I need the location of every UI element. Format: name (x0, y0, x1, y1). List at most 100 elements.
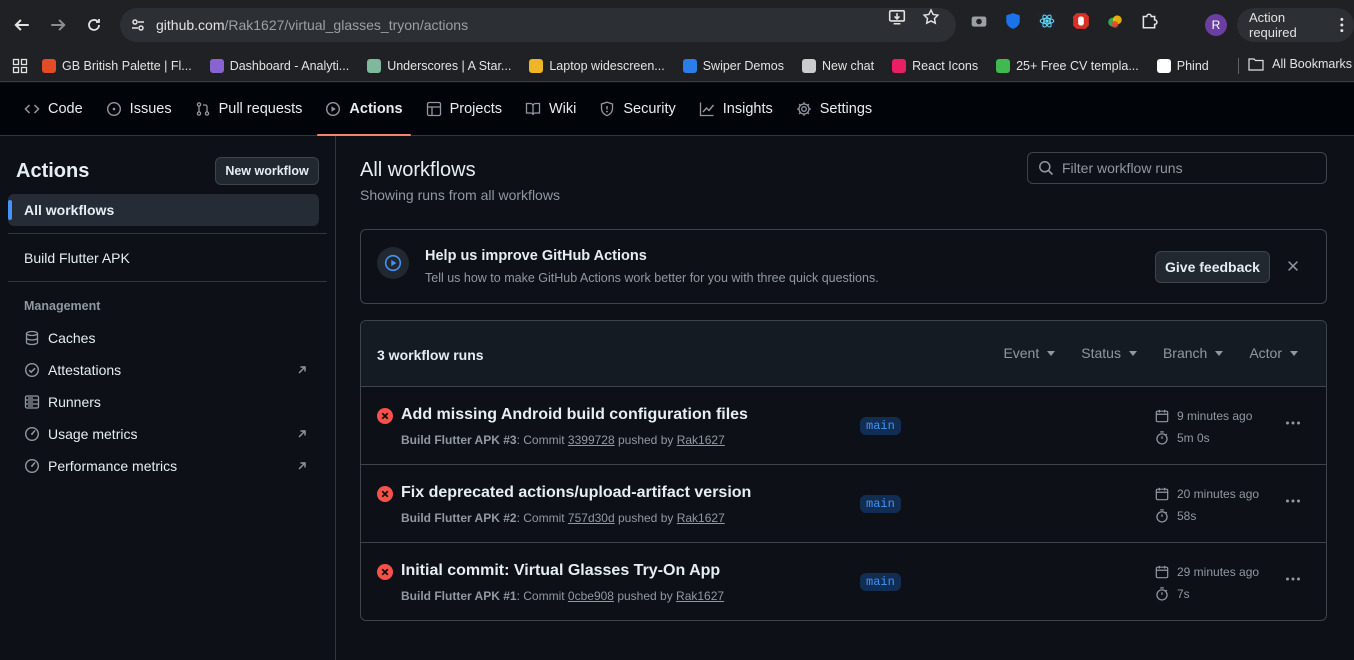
site-info-icon[interactable] (130, 17, 146, 33)
tab-actions[interactable]: Actions (317, 83, 411, 136)
meter-icon (24, 458, 40, 474)
run-title-link[interactable]: Fix deprecated actions/upload-artifact v… (401, 484, 751, 502)
workflow-run-row: Initial commit: Virtual Glasses Try-On A… (361, 543, 1326, 620)
apps-grid-icon[interactable] (12, 58, 28, 74)
sidebar-item-performance-metrics[interactable]: Performance metrics (24, 450, 314, 482)
address-bar[interactable]: github.com/Rak1627/virtual_glasses_tryon… (120, 8, 956, 42)
bookmark-item[interactable]: React Icons (892, 58, 978, 73)
tab-projects[interactable]: Projects (418, 83, 510, 135)
commit-link[interactable]: 757d30d (568, 511, 615, 525)
sidebar-item-usage-metrics[interactable]: Usage metrics (24, 418, 314, 450)
table-icon (426, 101, 442, 117)
bookmark-item[interactable]: Phind (1156, 58, 1209, 73)
tab-pull-requests[interactable]: Pull requests (187, 83, 311, 135)
bookmark-item[interactable]: Underscores | A Star... (367, 58, 512, 73)
bookmark-label: GB British Palette | Fl... (62, 58, 192, 73)
kebab-horizontal-icon[interactable] (1285, 415, 1301, 431)
workflow-run-row: Fix deprecated actions/upload-artifact v… (361, 465, 1326, 543)
run-title-link[interactable]: Initial commit: Virtual Glasses Try-On A… (401, 562, 720, 580)
sidebar-item-caches[interactable]: Caches (24, 322, 314, 354)
all-bookmarks[interactable]: All Bookmarks (1248, 57, 1352, 71)
back-button[interactable] (8, 11, 36, 39)
close-icon[interactable] (1286, 259, 1300, 273)
search-icon (1039, 161, 1054, 176)
filter-workflow-runs[interactable] (1027, 152, 1327, 184)
sidebar-item-all-workflows[interactable]: All workflows (8, 194, 319, 226)
extensions-puzzle-icon[interactable] (1140, 12, 1158, 30)
caret-down-icon (1047, 350, 1056, 356)
install-app-icon[interactable] (888, 8, 906, 31)
camera-extension-icon[interactable] (970, 12, 988, 30)
bookmarks-bar: GB British Palette | Fl... Dashboard - An… (0, 50, 1354, 82)
run-meta: Build Flutter APK #3: Commit 3399728 pus… (401, 433, 725, 447)
branch-label[interactable]: main (860, 495, 901, 513)
branch-label[interactable]: main (860, 417, 901, 435)
action-required-button[interactable]: Action required (1237, 8, 1354, 42)
reload-button[interactable] (80, 11, 108, 39)
arrow-left-icon (14, 19, 29, 31)
sidebar-item-attestations[interactable]: Attestations (24, 354, 314, 386)
tab-settings[interactable]: Settings (788, 83, 880, 135)
filter-input[interactable] (1062, 160, 1312, 176)
tab-label: Security (623, 101, 676, 117)
failed-status-icon (377, 564, 393, 580)
branch-label[interactable]: main (860, 573, 901, 591)
folder-icon (1248, 58, 1264, 71)
pull-request-icon (195, 101, 211, 117)
database-icon (24, 330, 40, 346)
sidebar-title: Actions (16, 160, 90, 182)
bookmark-favicon-icon (996, 58, 1011, 73)
verified-icon (24, 362, 40, 378)
bookmark-item[interactable]: 25+ Free CV templa... (996, 58, 1139, 73)
filter-event-dropdown[interactable]: Event (1003, 345, 1056, 361)
calendar-icon (1155, 565, 1169, 579)
tab-security[interactable]: Security (591, 83, 683, 135)
commit-link[interactable]: 3399728 (568, 433, 615, 447)
stopwatch-icon (1156, 509, 1168, 523)
calendar-icon (1155, 487, 1169, 501)
tab-code[interactable]: Code (16, 83, 91, 135)
bookmark-favicon-icon (801, 58, 816, 73)
bookmark-favicon-icon (1156, 58, 1171, 73)
tab-insights[interactable]: Insights (691, 83, 781, 135)
shield-extension-icon[interactable] (1004, 12, 1022, 30)
commit-link[interactable]: 0cbe908 (568, 589, 614, 603)
author-link[interactable]: Rak1627 (677, 433, 725, 447)
author-link[interactable]: Rak1627 (677, 511, 725, 525)
sidebar-item-runners[interactable]: Runners (24, 386, 314, 418)
run-title-link[interactable]: Add missing Android build configuration … (401, 406, 748, 424)
url-text: github.com/Rak1627/virtual_glasses_tryon… (156, 17, 469, 33)
tab-issues[interactable]: Issues (98, 83, 180, 135)
bookmark-favicon-icon (367, 58, 382, 73)
bookmark-item[interactable]: Laptop widescreen... (529, 58, 665, 73)
react-devtools-icon[interactable] (1038, 12, 1056, 30)
give-feedback-button[interactable]: Give feedback (1155, 251, 1270, 283)
sidebar-item-label: Attestations (48, 362, 122, 378)
kebab-horizontal-icon[interactable] (1285, 571, 1301, 587)
colorful-extension-icon[interactable] (1106, 12, 1124, 30)
feedback-banner: Help us improve GitHub Actions Tell us h… (360, 229, 1327, 304)
tab-wiki[interactable]: Wiki (517, 83, 584, 135)
repo-nav: Code Issues Pull requests Actions Projects Wi… (0, 83, 1354, 136)
new-workflow-button[interactable]: New workflow (215, 157, 319, 185)
filter-branch-dropdown[interactable]: Branch (1163, 345, 1224, 361)
stop-hand-extension-icon[interactable] (1072, 12, 1090, 30)
bookmark-label: Dashboard - Analyti... (229, 58, 350, 73)
sidebar-item-build-flutter-apk[interactable]: Build Flutter APK (8, 242, 319, 274)
bookmark-star-icon[interactable] (922, 8, 940, 31)
forward-button[interactable] (44, 11, 72, 39)
failed-status-icon (377, 408, 393, 424)
bookmark-label: Underscores | A Star... (387, 58, 512, 73)
bookmark-item[interactable]: GB British Palette | Fl... (42, 58, 192, 73)
bookmark-item[interactable]: Dashboard - Analyti... (209, 58, 350, 73)
tab-label: Wiki (548, 101, 577, 117)
run-meta: Build Flutter APK #2: Commit 757d30d pus… (401, 511, 725, 525)
author-link[interactable]: Rak1627 (676, 589, 724, 603)
filter-status-dropdown[interactable]: Status (1081, 345, 1137, 361)
profile-avatar[interactable]: R (1205, 14, 1227, 36)
filter-actor-dropdown[interactable]: Actor (1249, 345, 1298, 361)
run-duration: 5m 0s (1155, 431, 1210, 445)
bookmark-item[interactable]: Swiper Demos (682, 58, 784, 73)
bookmark-item[interactable]: New chat (801, 58, 874, 73)
kebab-horizontal-icon[interactable] (1285, 493, 1301, 509)
